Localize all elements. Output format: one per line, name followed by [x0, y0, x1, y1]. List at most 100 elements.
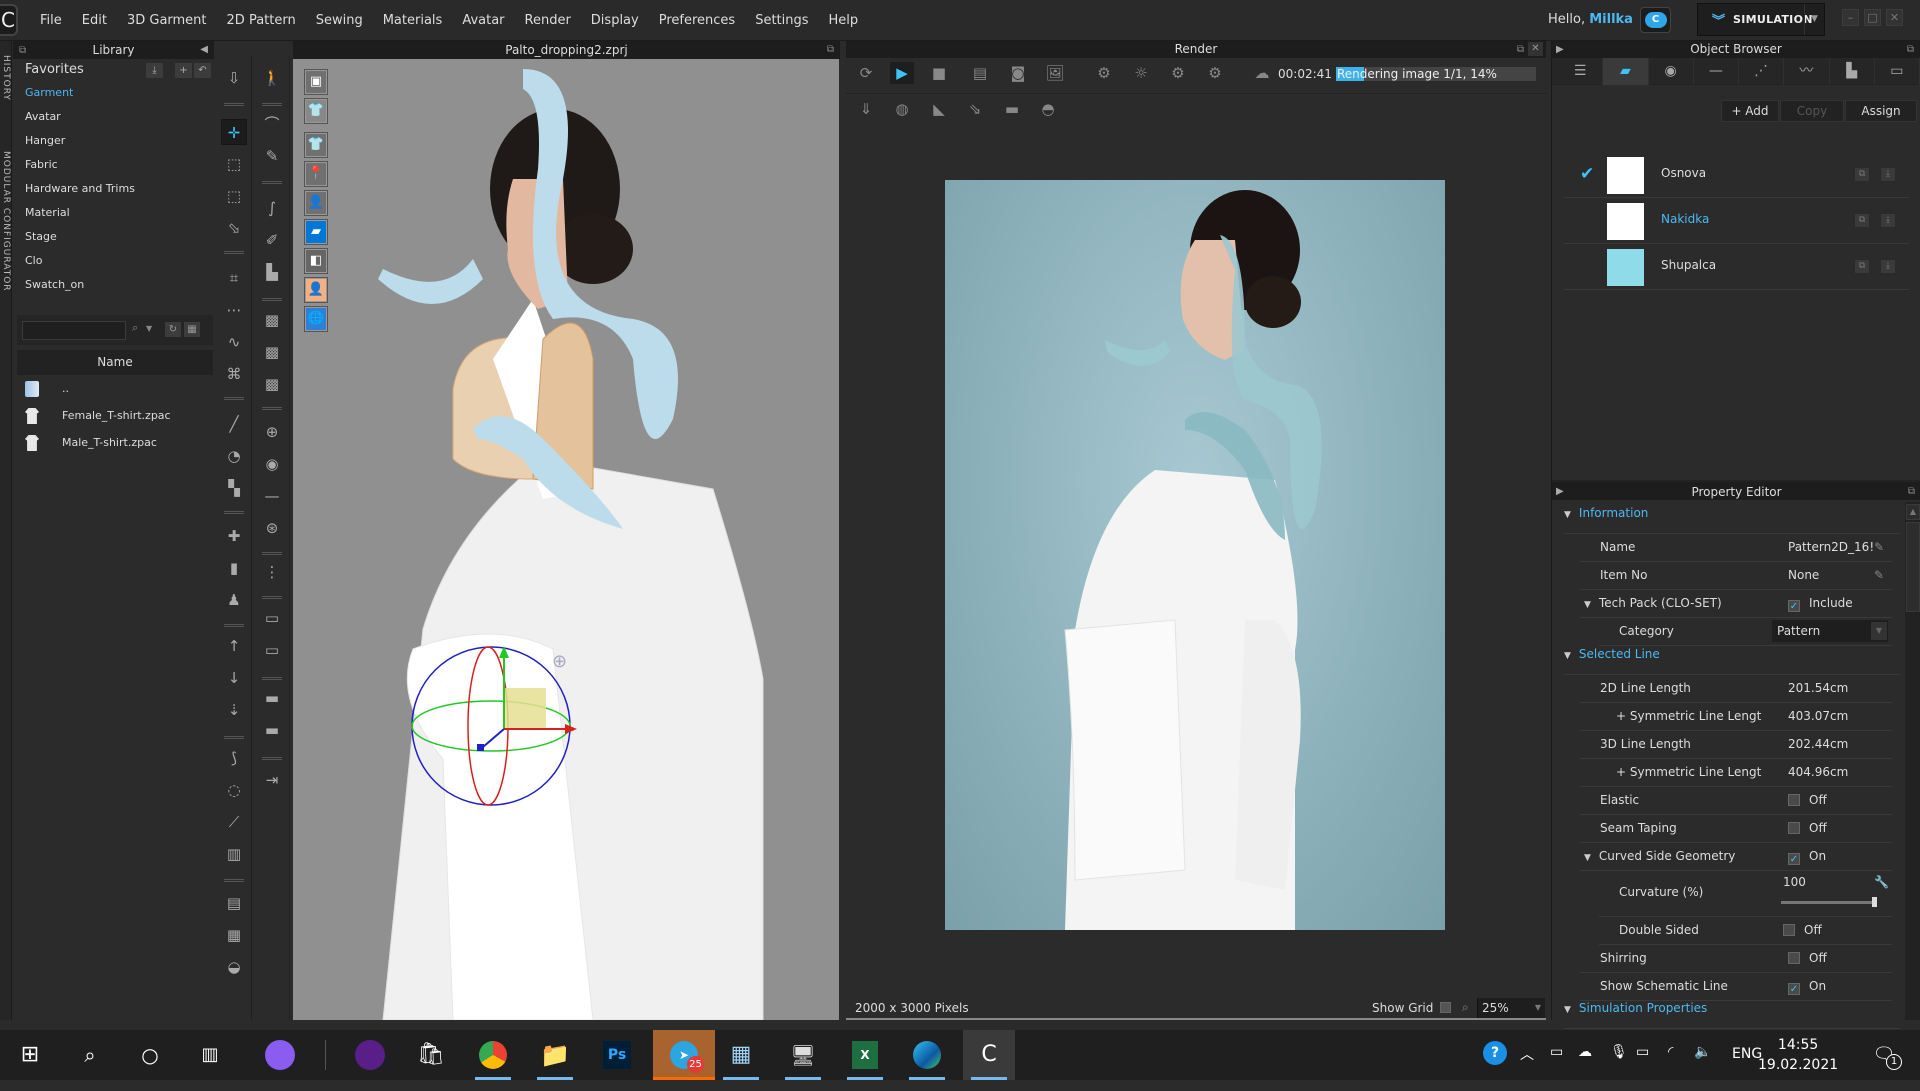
alice-icon[interactable] [254, 1030, 306, 1080]
wrench-icon[interactable]: 🔧 [1874, 875, 1889, 889]
maximize-button[interactable]: □ [1864, 9, 1881, 26]
graphic-icon[interactable]: ▩ [259, 371, 285, 397]
tab-list-icon[interactable]: ☰ [1558, 58, 1604, 85]
seam-taping-toggle[interactable]: Off [1788, 821, 1827, 835]
back-icon[interactable]: ↶ [194, 63, 211, 78]
spot-light-icon[interactable]: ◣ [927, 98, 951, 120]
cortana-icon[interactable]: ○ [124, 1030, 176, 1080]
tech-pack-value[interactable]: ✓ Include [1788, 596, 1853, 612]
clo-set-cloud-button[interactable]: C [1640, 7, 1671, 33]
menu-help[interactable]: Help [829, 13, 859, 28]
microphone-icon[interactable]: 🎙 [1610, 1044, 1628, 1060]
button-icon[interactable]: ◉ [259, 451, 285, 477]
fabric-texture-button[interactable]: ▰ [304, 219, 328, 245]
library-item-swatch-on[interactable]: Swatch_on [13, 273, 214, 297]
select-trim-icon[interactable]: ▬ [259, 685, 285, 711]
assign-fabric-button[interactable]: Assign [1845, 100, 1917, 122]
property-editor-scrollbar[interactable]: ▲ [1905, 502, 1920, 1020]
save-icon[interactable]: ⤓ [1880, 167, 1896, 182]
schematic-checkbox[interactable]: ✓ [1788, 983, 1800, 995]
render-settings-icon[interactable]: ⚙ [1203, 62, 1227, 84]
search-dropdown-icon[interactable]: ▼ [146, 324, 152, 333]
piping-icon[interactable]: ▭ [259, 637, 285, 663]
menu-display[interactable]: Display [591, 13, 639, 28]
scrollbar-thumb[interactable] [1906, 522, 1920, 612]
simulation-tool-icon[interactable]: ⇩ [221, 65, 247, 91]
double-sided-checkbox[interactable] [1783, 924, 1795, 936]
edit-curvature-icon[interactable]: ⌒ [259, 111, 285, 137]
search-icon[interactable]: ⌕ [64, 1030, 116, 1080]
open-image-folder-icon[interactable]: 🖼 [1043, 62, 1067, 84]
select-piping-icon[interactable]: ▭ [259, 605, 285, 631]
sync-render-icon[interactable]: ⟳ [854, 62, 878, 84]
straight-measure-icon[interactable]: ⟋ [221, 809, 247, 835]
arrangement-points-icon[interactable]: ▮ [221, 555, 247, 581]
show-grid-checkbox[interactable] [1440, 1002, 1451, 1013]
clo-app-icon[interactable]: C [963, 1030, 1015, 1080]
pencil-icon[interactable]: ✎ [1874, 568, 1884, 582]
photoshop-icon[interactable]: Ps [591, 1030, 643, 1080]
curved-checkbox[interactable]: ✓ [1788, 853, 1800, 865]
shirring-checkbox[interactable] [1788, 952, 1800, 964]
collapse-arrow-icon[interactable]: ◀ [200, 41, 208, 59]
image-settings-icon[interactable]: ⚙ [1092, 62, 1116, 84]
library-item-hanger[interactable]: Hanger [13, 129, 214, 153]
weaken-icon[interactable]: ↓ [221, 665, 247, 691]
library-item-avatar[interactable]: Avatar [13, 105, 214, 129]
modular-configurator-tab[interactable]: MODULAR CONFIGURATOR [0, 151, 12, 292]
tab-fabric-icon[interactable]: ▰ [1603, 58, 1649, 85]
3d-viewport[interactable]: ⊕ ▣ 👕 👕 📍 👤 ▰ ◧ 👤 🌐 [293, 59, 839, 1020]
library-search-input[interactable] [22, 321, 126, 340]
seam-taping-checkbox[interactable] [1788, 822, 1800, 834]
menu-sewing[interactable]: Sewing [316, 13, 363, 28]
undock-icon[interactable]: ⧉ [1907, 41, 1914, 58]
curvature-value[interactable]: 100 [1783, 875, 1806, 889]
move-gizmo-tool-icon[interactable]: ✛ [221, 119, 247, 145]
add-fabric-button[interactable]: + Add [1721, 100, 1779, 122]
show-garment-button[interactable]: 👕 [304, 132, 328, 158]
tuck-tool-icon[interactable]: ⇥ [259, 767, 285, 793]
measure-tape-icon[interactable]: ⟆ [221, 745, 247, 771]
schematic-toggle[interactable]: ✓ On [1788, 979, 1826, 995]
light-settings-icon[interactable]: ☼ [1129, 62, 1153, 84]
texture-graphic-icon[interactable]: ▩ [259, 339, 285, 365]
render-shortcut-button[interactable]: ▣ [304, 69, 328, 95]
microsoft-store-icon[interactable]: 🛍 [405, 1030, 457, 1080]
section-information[interactable]: ▼ Information [1564, 506, 1900, 534]
render-horizontal-scrollbar[interactable] [846, 1018, 1546, 1020]
telegram-icon[interactable]: ➤ 25 [653, 1030, 715, 1080]
scroll-up-icon[interactable]: ▲ [1906, 504, 1920, 520]
cloud-render-icon[interactable]: ☁ [1250, 62, 1274, 84]
history-tab[interactable]: HISTORY [0, 55, 12, 101]
undock-icon[interactable]: ⧉ [827, 41, 834, 59]
slider-thumb[interactable] [1872, 897, 1877, 907]
item-no-value[interactable]: None [1788, 568, 1819, 582]
volume-icon[interactable]: 🔈 [1694, 1044, 1711, 1060]
help-icon[interactable]: ? [1483, 1041, 1507, 1065]
tech-pack-checkbox[interactable]: ✓ [1788, 600, 1800, 612]
pencil-icon[interactable]: ✎ [1874, 540, 1884, 554]
avatar-pose-icon[interactable]: 🚶 [259, 65, 285, 91]
select-mesh-brush-icon[interactable]: ⬚ [221, 183, 247, 209]
garment-measure-icon[interactable]: ▥ [221, 841, 247, 867]
meet-now-icon[interactable]: ▭ [1550, 1044, 1563, 1060]
menu-materials[interactable]: Materials [383, 13, 443, 28]
zipper-icon[interactable]: ⋮ [259, 559, 285, 585]
tab-zipper-icon[interactable]: 〰 [1784, 58, 1830, 85]
category-select[interactable]: Pattern ▼ [1772, 620, 1888, 642]
save-icon[interactable]: ⤓ [1880, 213, 1896, 228]
fabric-item[interactable]: Shupalca ⧉ ⤓ [1564, 244, 1909, 290]
menu-3d-garment[interactable]: 3D Garment [127, 13, 207, 28]
minimize-button[interactable]: – [1842, 9, 1859, 26]
library-item-clo[interactable]: Clo [13, 249, 214, 273]
garment-measure-points-icon[interactable]: ▦ [221, 922, 247, 948]
elastic-checkbox[interactable] [1788, 794, 1800, 806]
save-image-icon[interactable]: ◙ [1006, 62, 1030, 84]
elastic-toggle[interactable]: Off [1788, 793, 1827, 807]
fabric-item[interactable]: Nakidka ⧉ ⤓ [1564, 198, 1909, 244]
garment-display-button[interactable]: 👕 [304, 98, 328, 124]
transform-gizmo[interactable] [411, 646, 611, 846]
copy-fabric-button[interactable]: Copy [1780, 100, 1844, 122]
curved-toggle[interactable]: ✓ On [1788, 849, 1826, 865]
close-button[interactable]: ✕ [1886, 9, 1903, 26]
